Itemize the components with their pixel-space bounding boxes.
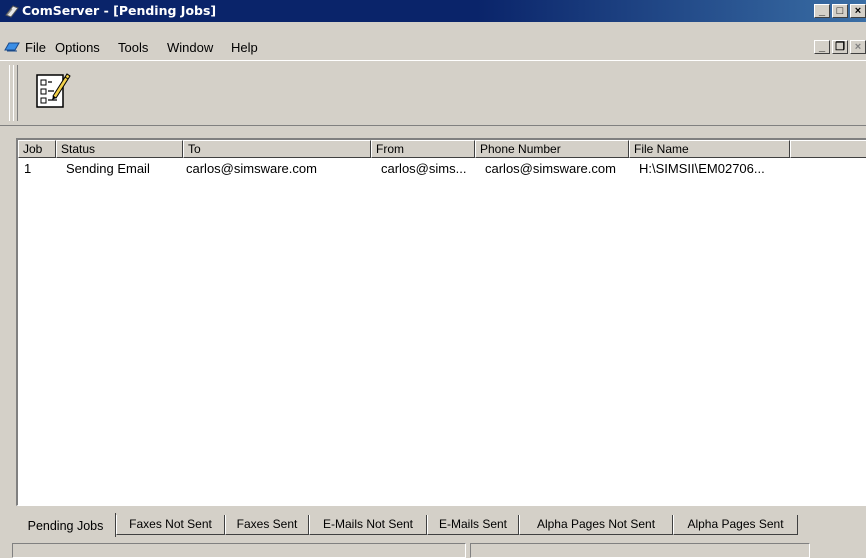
cell-from: carlos@sims... bbox=[381, 161, 467, 176]
menu-bar: File Options Tools Window Help _ ❐ × bbox=[0, 36, 866, 60]
app-icon bbox=[5, 5, 19, 18]
tab-faxes-not-sent[interactable]: Faxes Not Sent bbox=[116, 515, 225, 535]
tab-alpha-pages-not-sent[interactable]: Alpha Pages Not Sent bbox=[519, 515, 673, 535]
column-header-file-name[interactable]: File Name bbox=[629, 140, 790, 158]
column-header-phone-number[interactable]: Phone Number bbox=[475, 140, 629, 158]
menu-help[interactable]: Help bbox=[231, 40, 258, 55]
toolbar bbox=[0, 60, 866, 126]
cell-job: 1 bbox=[24, 161, 32, 176]
table-row[interactable]: 1 Sending Email carlos@simsware.com carl… bbox=[18, 160, 866, 178]
title-bar[interactable]: ComServer - [Pending Jobs] _ □ × bbox=[0, 0, 866, 22]
pending-jobs-toolbar-button[interactable] bbox=[23, 66, 81, 118]
tab-faxes-sent[interactable]: Faxes Sent bbox=[225, 515, 309, 535]
menu-window[interactable]: Window bbox=[167, 40, 213, 55]
column-header-status[interactable]: Status bbox=[56, 140, 183, 158]
mdi-close-button[interactable]: × bbox=[850, 40, 866, 54]
tab-emails-sent[interactable]: E-Mails Sent bbox=[427, 515, 519, 535]
maximize-button[interactable]: □ bbox=[832, 4, 848, 18]
mdi-minimize-button[interactable]: _ bbox=[814, 40, 830, 54]
column-header-to[interactable]: To bbox=[183, 140, 371, 158]
status-panel-secondary bbox=[470, 543, 810, 558]
window-title: ComServer - [Pending Jobs] bbox=[22, 3, 217, 18]
list-header: Job Status To From Phone Number File Nam… bbox=[18, 140, 866, 158]
minimize-button[interactable]: _ bbox=[814, 4, 830, 18]
tab-alpha-pages-sent[interactable]: Alpha Pages Sent bbox=[673, 515, 798, 535]
close-button[interactable]: × bbox=[850, 4, 866, 18]
menu-options[interactable]: Options bbox=[55, 40, 100, 55]
column-header-blank[interactable] bbox=[790, 140, 866, 158]
tab-emails-not-sent[interactable]: E-Mails Not Sent bbox=[309, 515, 427, 535]
cell-to: carlos@simsware.com bbox=[186, 161, 317, 176]
status-panel-main bbox=[12, 543, 466, 558]
menu-file[interactable]: File bbox=[25, 40, 46, 55]
checklist-edit-icon bbox=[36, 73, 71, 108]
column-header-job[interactable]: Job bbox=[18, 140, 56, 158]
tab-pending-jobs[interactable]: Pending Jobs bbox=[16, 513, 116, 537]
mdi-restore-button[interactable]: ❐ bbox=[832, 40, 848, 54]
toolbar-grip-secondary bbox=[13, 65, 18, 121]
cell-file-name: H:\SIMSII\EM02706... bbox=[639, 161, 765, 176]
menu-tools[interactable]: Tools bbox=[118, 40, 148, 55]
cell-phone-number: carlos@simsware.com bbox=[485, 161, 616, 176]
status-bar bbox=[0, 541, 866, 558]
comserver-window: ComServer - [Pending Jobs] _ □ × File Op… bbox=[0, 0, 866, 558]
column-header-from[interactable]: From bbox=[371, 140, 475, 158]
mdi-document-icon[interactable] bbox=[4, 40, 20, 54]
cell-status: Sending Email bbox=[66, 161, 150, 176]
tab-strip: Pending Jobs Faxes Not Sent Faxes Sent E… bbox=[16, 513, 866, 537]
pending-jobs-list[interactable]: Job Status To From Phone Number File Nam… bbox=[16, 138, 866, 506]
